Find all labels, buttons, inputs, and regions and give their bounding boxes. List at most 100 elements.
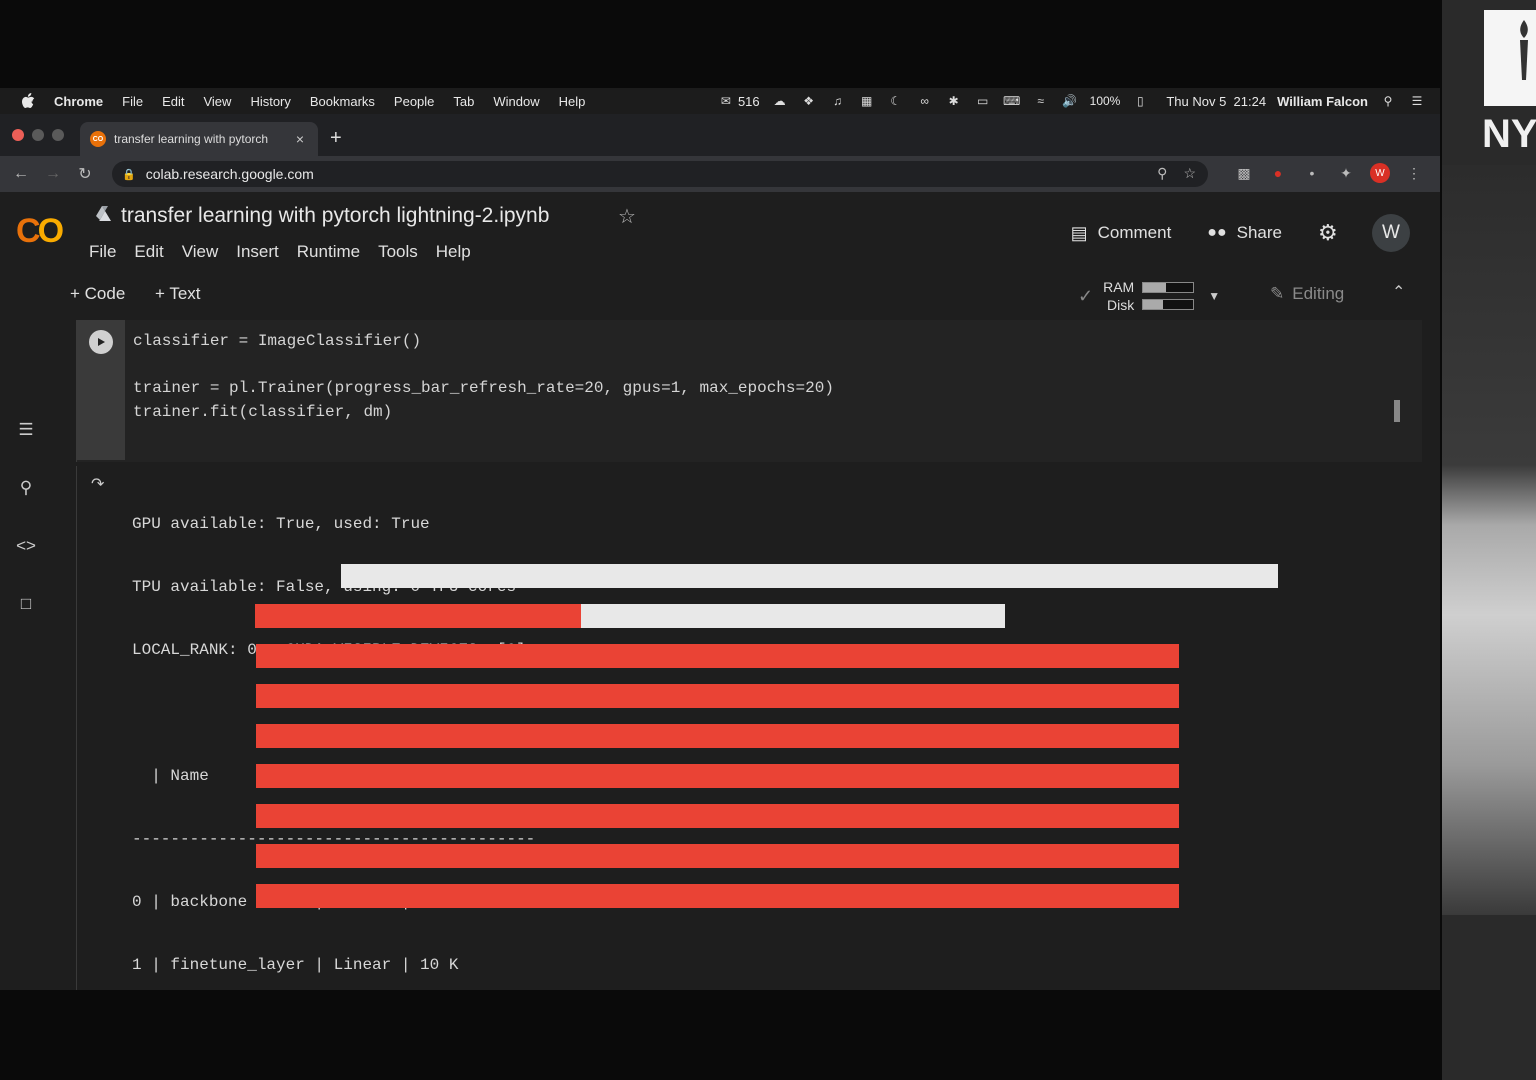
code-line: classifier = ImageClassifier() xyxy=(133,332,422,350)
minimize-window-button[interactable] xyxy=(32,129,44,141)
menu-view[interactable]: View xyxy=(203,94,231,109)
add-text-cell-button[interactable]: + Text xyxy=(155,284,201,304)
run-cell-button[interactable] xyxy=(89,330,113,354)
mail-icon: ✉ xyxy=(720,94,731,108)
menu-people[interactable]: People xyxy=(394,94,434,109)
share-label: Share xyxy=(1236,223,1282,242)
dropbox-icon[interactable]: ❖ xyxy=(800,93,818,109)
notification-center-icon[interactable]: ☰ xyxy=(1408,93,1426,109)
address-bar[interactable]: 🔒 colab.research.google.com ⚲ ☆ xyxy=(112,161,1208,187)
url-text: colab.research.google.com xyxy=(145,166,314,182)
nb-menu-edit[interactable]: Edit xyxy=(134,242,163,262)
new-tab-button[interactable]: + xyxy=(330,128,342,148)
user-name[interactable]: William Falcon xyxy=(1277,94,1368,109)
tab-title: transfer learning with pytorch xyxy=(114,132,269,146)
extensions-area: ▩ ● • ✦ W ⋮ xyxy=(1234,163,1424,183)
editing-mode-button[interactable]: ✎ Editing xyxy=(1270,284,1344,304)
notebook-title[interactable]: transfer learning with pytorch lightning… xyxy=(121,204,549,228)
progress-bar-fill xyxy=(256,844,1179,868)
chevron-down-icon[interactable]: ▼ xyxy=(1208,289,1220,303)
lock-icon[interactable]: 🔒 xyxy=(122,168,136,181)
menu-history[interactable]: History xyxy=(250,94,290,109)
forward-arrow-icon[interactable]: → xyxy=(42,163,64,185)
audio-icon[interactable]: ♫ xyxy=(829,93,847,109)
cloud-sync-icon[interactable]: ☁ xyxy=(771,93,789,109)
menu-app-name[interactable]: Chrome xyxy=(54,94,103,109)
webcam-feed xyxy=(1442,165,1536,915)
profile-avatar[interactable]: W xyxy=(1370,163,1390,183)
close-window-button[interactable] xyxy=(12,129,24,141)
keyboard-icon[interactable]: ⌨ xyxy=(1003,93,1021,109)
bi-icon[interactable]: ▦ xyxy=(858,93,876,109)
clock[interactable]: Thu Nov 5 21:24 xyxy=(1166,94,1266,109)
apple-icon[interactable] xyxy=(20,93,36,109)
nb-menu-file[interactable]: File xyxy=(89,242,116,262)
menu-file[interactable]: File xyxy=(122,94,143,109)
extension-badge-icon[interactable]: • xyxy=(1302,163,1322,183)
progress-bar-fill xyxy=(256,764,1179,788)
extension-icon[interactable]: ▩ xyxy=(1234,163,1254,183)
menu-bookmarks[interactable]: Bookmarks xyxy=(310,94,375,109)
zoom-window-button[interactable] xyxy=(52,129,64,141)
mail-status[interactable]: ✉ 516 xyxy=(717,93,760,109)
share-button[interactable]: ●● Share xyxy=(1207,223,1282,243)
chrome-menu-icon[interactable]: ⋮ xyxy=(1404,163,1424,183)
reload-icon[interactable]: ↻ xyxy=(74,163,96,185)
menu-window[interactable]: Window xyxy=(493,94,539,109)
menu-help[interactable]: Help xyxy=(559,94,586,109)
nb-menu-tools[interactable]: Tools xyxy=(378,242,418,262)
add-code-cell-button[interactable]: + Code xyxy=(70,284,125,304)
disk-usage-bar xyxy=(1142,299,1195,310)
comment-button[interactable]: ▤ Comment xyxy=(1071,223,1172,244)
search-icon[interactable]: ⚲ xyxy=(14,476,38,500)
account-avatar[interactable]: W xyxy=(1372,214,1410,252)
cell-scrollbar[interactable] xyxy=(1394,400,1400,422)
browser-tab-active[interactable]: CO transfer learning with pytorch × xyxy=(80,122,318,156)
code-cell[interactable]: classifier = ImageClassifier() trainer = … xyxy=(76,320,1422,462)
nb-menu-runtime[interactable]: Runtime xyxy=(297,242,360,262)
menu-edit[interactable]: Edit xyxy=(162,94,184,109)
menubar-status-area: ✉ 516 ☁ ❖ ♫ ▦ ☾ ∞ ✱ ▭ ⌨ ≈ 🔊 100% ▯ Thu N… xyxy=(717,88,1426,114)
gear-icon[interactable]: ⚙ xyxy=(1318,222,1340,244)
password-extension-icon[interactable]: ● xyxy=(1268,163,1288,183)
zoom-icon[interactable]: ⚲ xyxy=(1157,165,1167,182)
chevron-up-icon[interactable]: ⌃ xyxy=(1392,282,1405,302)
nyu-logo-text: NY xyxy=(1482,112,1536,156)
browser-toolbar: ← → ↻ 🔒 colab.research.google.com ⚲ ☆ ▩ … xyxy=(0,156,1440,192)
ram-label: RAM xyxy=(1103,279,1135,295)
window-controls xyxy=(12,129,64,141)
nb-menu-insert[interactable]: Insert xyxy=(236,242,279,262)
volume-icon[interactable]: 🔊 xyxy=(1061,93,1079,109)
progress-bar-fill xyxy=(256,804,1179,828)
progress-bar-fill xyxy=(256,644,1179,668)
table-of-contents-icon[interactable]: ☰ xyxy=(14,418,38,442)
glasses-icon[interactable]: ∞ xyxy=(916,93,934,109)
wifi-icon[interactable]: ≈ xyxy=(1032,93,1050,109)
cell-output: ↷ GPU available: True, used: True TPU av… xyxy=(76,466,1422,990)
bluetooth-icon[interactable]: ✱ xyxy=(945,93,963,109)
progress-bar xyxy=(256,764,1179,788)
colab-page: CO transfer learning with pytorch lightn… xyxy=(0,192,1440,990)
nb-menu-help[interactable]: Help xyxy=(436,242,471,262)
notebook-toolbar: + Code + Text ✓ RAM Disk ▼ ✎ Editing ⌃ xyxy=(0,278,1440,314)
battery-icon[interactable]: ▯ xyxy=(1131,93,1149,109)
bookmark-star-icon[interactable]: ☆ xyxy=(1183,165,1196,182)
output-actions-icon[interactable]: ↷ xyxy=(91,474,113,494)
colab-logo[interactable]: CO xyxy=(16,212,64,251)
airplay-icon[interactable]: ▭ xyxy=(974,93,992,109)
puzzle-extensions-icon[interactable]: ✦ xyxy=(1336,163,1356,183)
menu-tab[interactable]: Tab xyxy=(453,94,474,109)
code-snippets-icon[interactable]: <> xyxy=(14,534,38,558)
spotlight-search-icon[interactable]: ⚲ xyxy=(1379,93,1397,109)
cell-code-editor[interactable]: classifier = ImageClassifier() trainer = … xyxy=(133,330,834,424)
ram-usage-bar xyxy=(1142,282,1195,293)
close-tab-icon[interactable]: × xyxy=(292,131,308,147)
progress-bar xyxy=(341,564,1278,588)
back-arrow-icon[interactable]: ← xyxy=(10,163,32,185)
runtime-resources[interactable]: ✓ RAM Disk ▼ xyxy=(1078,278,1220,314)
output-line: GPU available: True, used: True xyxy=(132,515,430,533)
files-folder-icon[interactable]: □ xyxy=(14,592,38,616)
moon-icon[interactable]: ☾ xyxy=(887,93,905,109)
star-notebook-icon[interactable]: ☆ xyxy=(618,204,636,229)
nb-menu-view[interactable]: View xyxy=(182,242,219,262)
